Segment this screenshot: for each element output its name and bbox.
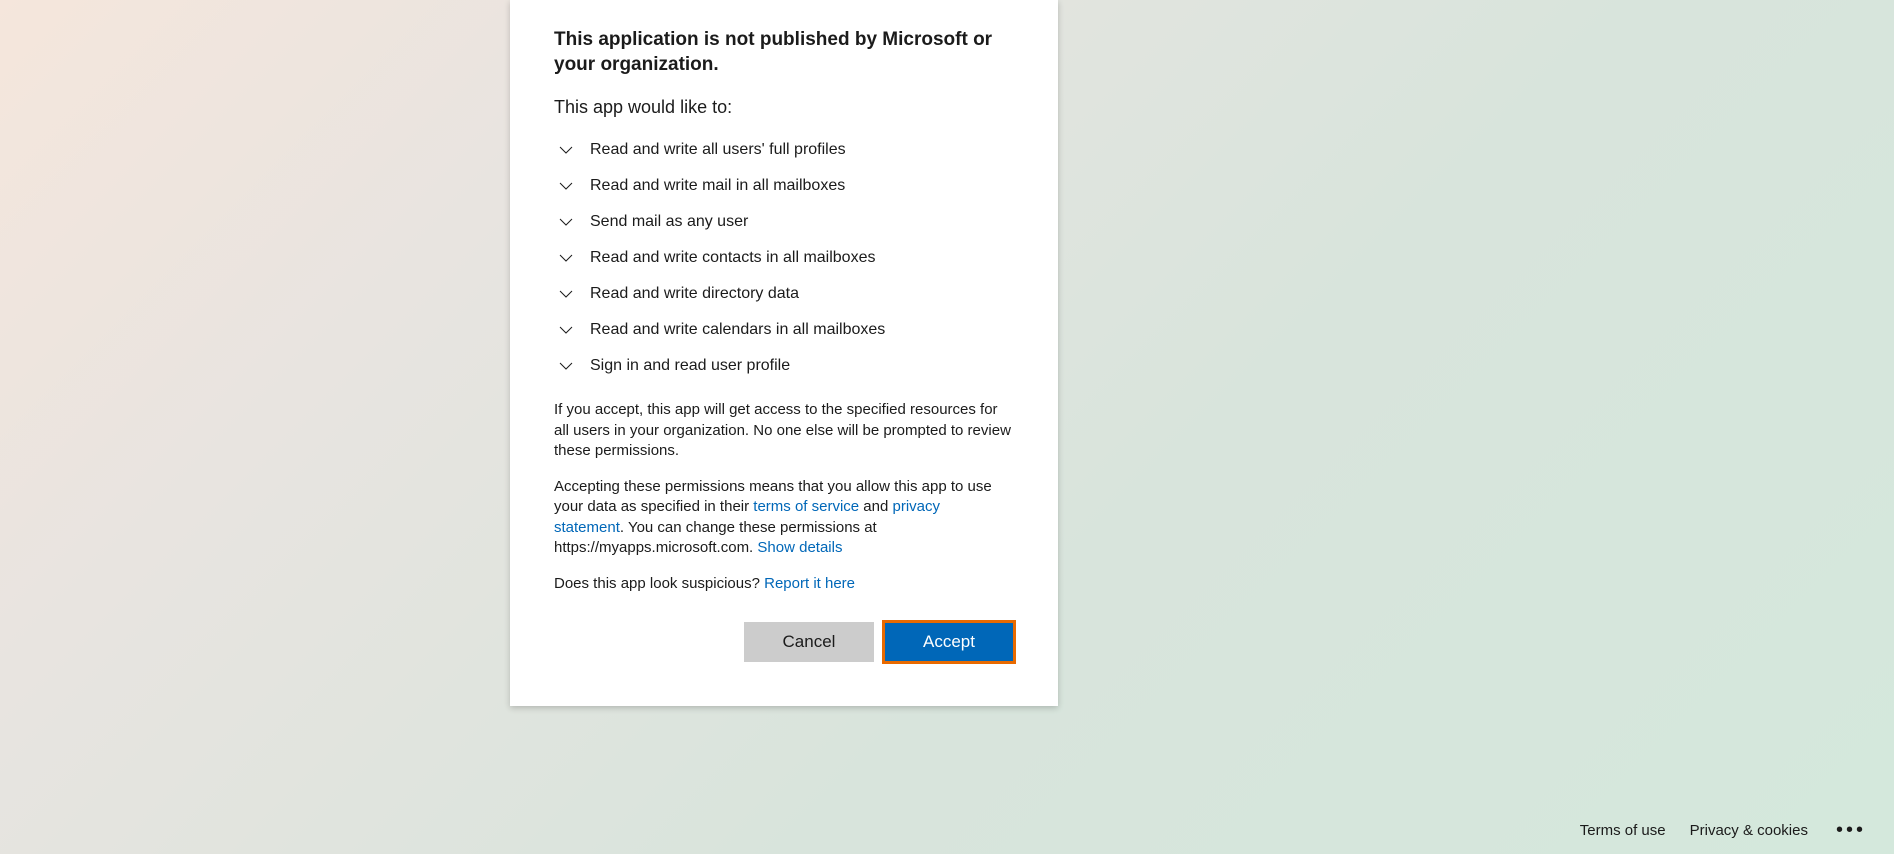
permission-item[interactable]: Read and write all users' full profiles xyxy=(554,138,1014,162)
privacy-cookies-link[interactable]: Privacy & cookies xyxy=(1690,822,1808,839)
chevron-down-icon xyxy=(554,138,578,162)
cancel-button[interactable]: Cancel xyxy=(744,622,874,662)
button-row: Cancel Accept xyxy=(554,622,1014,662)
report-link[interactable]: Report it here xyxy=(764,575,855,592)
footer: Terms of use Privacy & cookies ••• xyxy=(1580,819,1870,842)
permission-item[interactable]: Send mail as any user xyxy=(554,210,1014,234)
chevron-down-icon xyxy=(554,246,578,270)
accept-button[interactable]: Accept xyxy=(884,622,1014,662)
permission-label: Sign in and read user profile xyxy=(590,357,790,375)
permission-item[interactable]: Read and write mail in all mailboxes xyxy=(554,174,1014,198)
terms-of-service-link[interactable]: terms of service xyxy=(753,498,859,515)
chevron-down-icon xyxy=(554,354,578,378)
permission-label: Read and write contacts in all mailboxes xyxy=(590,249,875,267)
consent-info-terms: Accepting these permissions means that y… xyxy=(554,477,1014,558)
permission-item[interactable]: Read and write calendars in all mailboxe… xyxy=(554,318,1014,342)
more-options-icon[interactable]: ••• xyxy=(1832,819,1870,842)
suspicious-app-text: Does this app look suspicious? Report it… xyxy=(554,574,1014,594)
permission-label: Read and write directory data xyxy=(590,285,799,303)
consent-dialog: This application is not published by Mic… xyxy=(510,0,1058,706)
permission-label: Read and write calendars in all mailboxe… xyxy=(590,321,885,339)
chevron-down-icon xyxy=(554,282,578,306)
suspicious-prompt: Does this app look suspicious? xyxy=(554,575,764,592)
permission-item[interactable]: Sign in and read user profile xyxy=(554,354,1014,378)
terms-of-use-link[interactable]: Terms of use xyxy=(1580,822,1666,839)
chevron-down-icon xyxy=(554,318,578,342)
permission-item[interactable]: Read and write directory data xyxy=(554,282,1014,306)
chevron-down-icon xyxy=(554,210,578,234)
publisher-warning: This application is not published by Mic… xyxy=(554,28,1014,77)
permission-label: Read and write mail in all mailboxes xyxy=(590,177,845,195)
permission-item[interactable]: Read and write contacts in all mailboxes xyxy=(554,246,1014,270)
permissions-intro: This app would like to: xyxy=(554,97,1014,118)
permission-label: Read and write all users' full profiles xyxy=(590,141,846,159)
chevron-down-icon xyxy=(554,174,578,198)
permission-label: Send mail as any user xyxy=(590,213,748,231)
info-text: and xyxy=(859,498,892,515)
permissions-list: Read and write all users' full profiles … xyxy=(554,138,1014,378)
show-details-link[interactable]: Show details xyxy=(757,539,842,556)
consent-info-org: If you accept, this app will get access … xyxy=(554,400,1014,461)
